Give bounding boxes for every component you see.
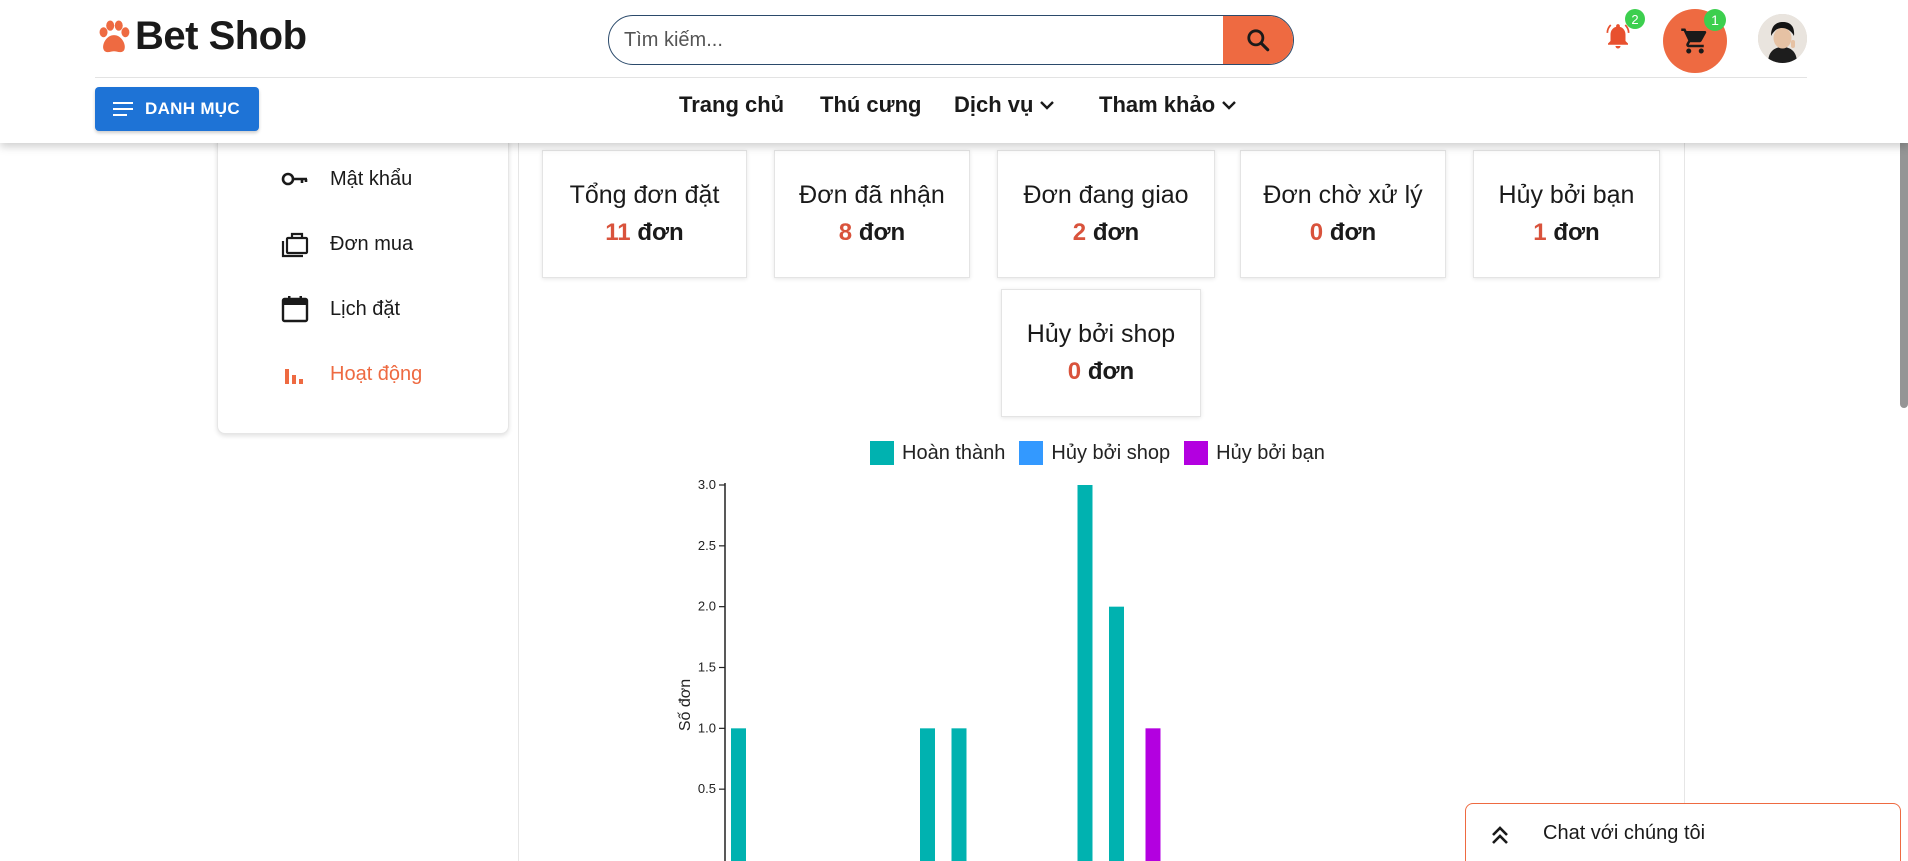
legend-swatch bbox=[1184, 441, 1209, 465]
y-tick-label: 1.5 bbox=[698, 660, 716, 675]
avatar-image bbox=[1758, 14, 1807, 63]
nav-item-reference[interactable]: Tham khảo bbox=[1099, 92, 1237, 118]
legend-swatch bbox=[870, 441, 894, 465]
page-scrollbar[interactable] bbox=[1900, 108, 1908, 408]
sidebar-item-label: Mật khẩu bbox=[330, 167, 413, 190]
sidebar-item-label: Lịch đặt bbox=[330, 297, 401, 320]
stat-value: 0 đơn bbox=[1002, 358, 1200, 386]
category-menu-button[interactable]: DANH MỤC bbox=[95, 87, 259, 131]
stat-value: 1 đơn bbox=[1474, 219, 1659, 247]
brand-name: Bet Shob bbox=[135, 14, 307, 58]
stat-unit: đơn bbox=[1087, 358, 1135, 385]
stat-title: Tổng đơn đặt bbox=[569, 181, 720, 209]
paw-icon bbox=[99, 19, 130, 52]
chevron-down-icon bbox=[1222, 101, 1236, 110]
stat-value: 11 đơn bbox=[543, 219, 746, 247]
y-tick-label: 1.0 bbox=[698, 720, 716, 735]
legend-label: Hủy bởi bạn bbox=[1216, 441, 1325, 464]
stat-number: 11 bbox=[605, 219, 631, 246]
legend-swatch bbox=[1019, 441, 1044, 465]
cart-icon bbox=[1681, 28, 1707, 54]
legend-item-cancelled-you[interactable]: Hủy bởi bạn bbox=[1184, 441, 1325, 465]
nav-item-label: Trang chủ bbox=[679, 92, 785, 117]
chart-bar bbox=[1145, 728, 1161, 861]
stat-number: 2 bbox=[1072, 219, 1087, 246]
sidebar-item-schedule[interactable]: Lịch đặt bbox=[280, 294, 400, 324]
chart-bar bbox=[731, 728, 746, 861]
stat-unit: đơn bbox=[1329, 219, 1377, 246]
chart-legend: Hoàn thành Hủy bởi shop Hủy bởi bạn bbox=[870, 441, 1325, 465]
chart-bar bbox=[920, 728, 935, 861]
double-chevron-up-icon bbox=[1492, 826, 1508, 844]
nav-item-label: Tham khảo bbox=[1099, 92, 1216, 117]
stat-title: Hủy bởi shop bbox=[1026, 320, 1176, 348]
nav-item-pets[interactable]: Thú cưng bbox=[820, 92, 921, 118]
y-tick-label: 3.0 bbox=[698, 477, 716, 492]
legend-item-cancelled-shop[interactable]: Hủy bởi shop bbox=[1019, 441, 1170, 465]
search-input[interactable] bbox=[609, 16, 1223, 64]
y-tick-label: 2.5 bbox=[698, 538, 716, 553]
stat-number: 0 bbox=[1309, 219, 1324, 246]
stat-unit: đơn bbox=[1553, 219, 1600, 246]
account-sidebar: Mật khẩu Đơn mua Lịch đặt Hoạt động bbox=[217, 118, 509, 434]
user-avatar[interactable] bbox=[1758, 14, 1807, 63]
sidebar-item-label: Hoạt động bbox=[330, 362, 423, 385]
y-axis-label: Số đơn bbox=[677, 679, 694, 731]
sidebar-item-activity[interactable]: Hoạt động bbox=[280, 359, 422, 389]
legend-item-completed[interactable]: Hoàn thành bbox=[870, 441, 1005, 465]
calendar-icon bbox=[281, 296, 309, 323]
sidebar-item-label: Đơn mua bbox=[330, 232, 414, 255]
chevron-down-icon bbox=[1040, 101, 1055, 110]
stat-unit: đơn bbox=[858, 219, 906, 246]
sidebar-item-orders[interactable]: Đơn mua bbox=[280, 229, 413, 259]
stat-value: 0 đơn bbox=[1241, 219, 1445, 247]
stat-card-cancelled-by-you: Hủy bởi bạn 1 đơn bbox=[1473, 150, 1660, 278]
y-tick-label: 0.5 bbox=[698, 781, 716, 796]
chat-label: Chat với chúng tôi bbox=[1543, 822, 1706, 844]
chat-widget[interactable]: Chat với chúng tôi bbox=[1465, 803, 1901, 861]
chart-bar bbox=[1109, 606, 1124, 861]
header-divider bbox=[95, 77, 1807, 78]
sidebar-item-password[interactable]: Mật khẩu bbox=[280, 164, 412, 194]
briefcase-icon bbox=[281, 232, 309, 258]
menu-icon bbox=[113, 102, 133, 116]
stat-value: 2 đơn bbox=[998, 219, 1214, 247]
notification-badge: 2 bbox=[1625, 9, 1645, 29]
cart-badge: 1 bbox=[1704, 9, 1726, 31]
stat-value: 8 đơn bbox=[775, 219, 969, 247]
legend-label: Hủy bởi shop bbox=[1051, 441, 1171, 464]
stat-title: Đơn chờ xử lý bbox=[1263, 181, 1423, 209]
header: Bet Shob 2 1 bbox=[0, 0, 1908, 143]
legend-label: Hoàn thành bbox=[902, 441, 1006, 464]
nav-item-label: Thú cưng bbox=[820, 92, 922, 117]
activity-bar-chart: 3.0 2.5 2.0 1.5 1.0 0.5 Số đơn bbox=[677, 477, 1161, 861]
stat-number: 1 bbox=[1533, 219, 1547, 246]
search-bar bbox=[608, 15, 1294, 65]
page: Bet Shob 2 1 bbox=[0, 0, 1908, 861]
stat-card-received-orders: Đơn đã nhận 8 đơn bbox=[774, 150, 970, 278]
stat-card-cancelled-by-shop: Hủy bởi shop 0 đơn bbox=[1001, 289, 1201, 417]
stat-title: Hủy bởi bạn bbox=[1498, 181, 1635, 209]
category-menu-label: DANH MỤC bbox=[145, 99, 240, 118]
stat-unit: đơn bbox=[637, 219, 684, 246]
chart-bar bbox=[951, 728, 967, 861]
logo[interactable]: Bet Shob bbox=[95, 14, 307, 59]
stat-number: 0 bbox=[1067, 358, 1082, 385]
stat-title: Đơn đang giao bbox=[1023, 181, 1189, 209]
stat-card-shipping-orders: Đơn đang giao 2 đơn bbox=[997, 150, 1215, 278]
stat-card-pending-orders: Đơn chờ xử lý 0 đơn bbox=[1240, 150, 1446, 278]
stat-number: 8 bbox=[838, 219, 853, 246]
nav-item-label: Dịch vụ bbox=[954, 92, 1034, 117]
chart-bar bbox=[1077, 485, 1093, 861]
search-button[interactable] bbox=[1223, 16, 1293, 64]
stat-unit: đơn bbox=[1092, 219, 1140, 246]
bar-chart-icon bbox=[285, 369, 303, 384]
nav-item-home[interactable]: Trang chủ bbox=[679, 92, 784, 118]
y-tick-label: 2.0 bbox=[698, 599, 716, 614]
stat-card-total-orders: Tổng đơn đặt 11 đơn bbox=[542, 150, 747, 278]
nav-item-services[interactable]: Dịch vụ bbox=[954, 92, 1055, 118]
search-icon bbox=[1247, 29, 1270, 52]
stat-title: Đơn đã nhận bbox=[799, 181, 945, 209]
key-icon bbox=[281, 172, 308, 186]
